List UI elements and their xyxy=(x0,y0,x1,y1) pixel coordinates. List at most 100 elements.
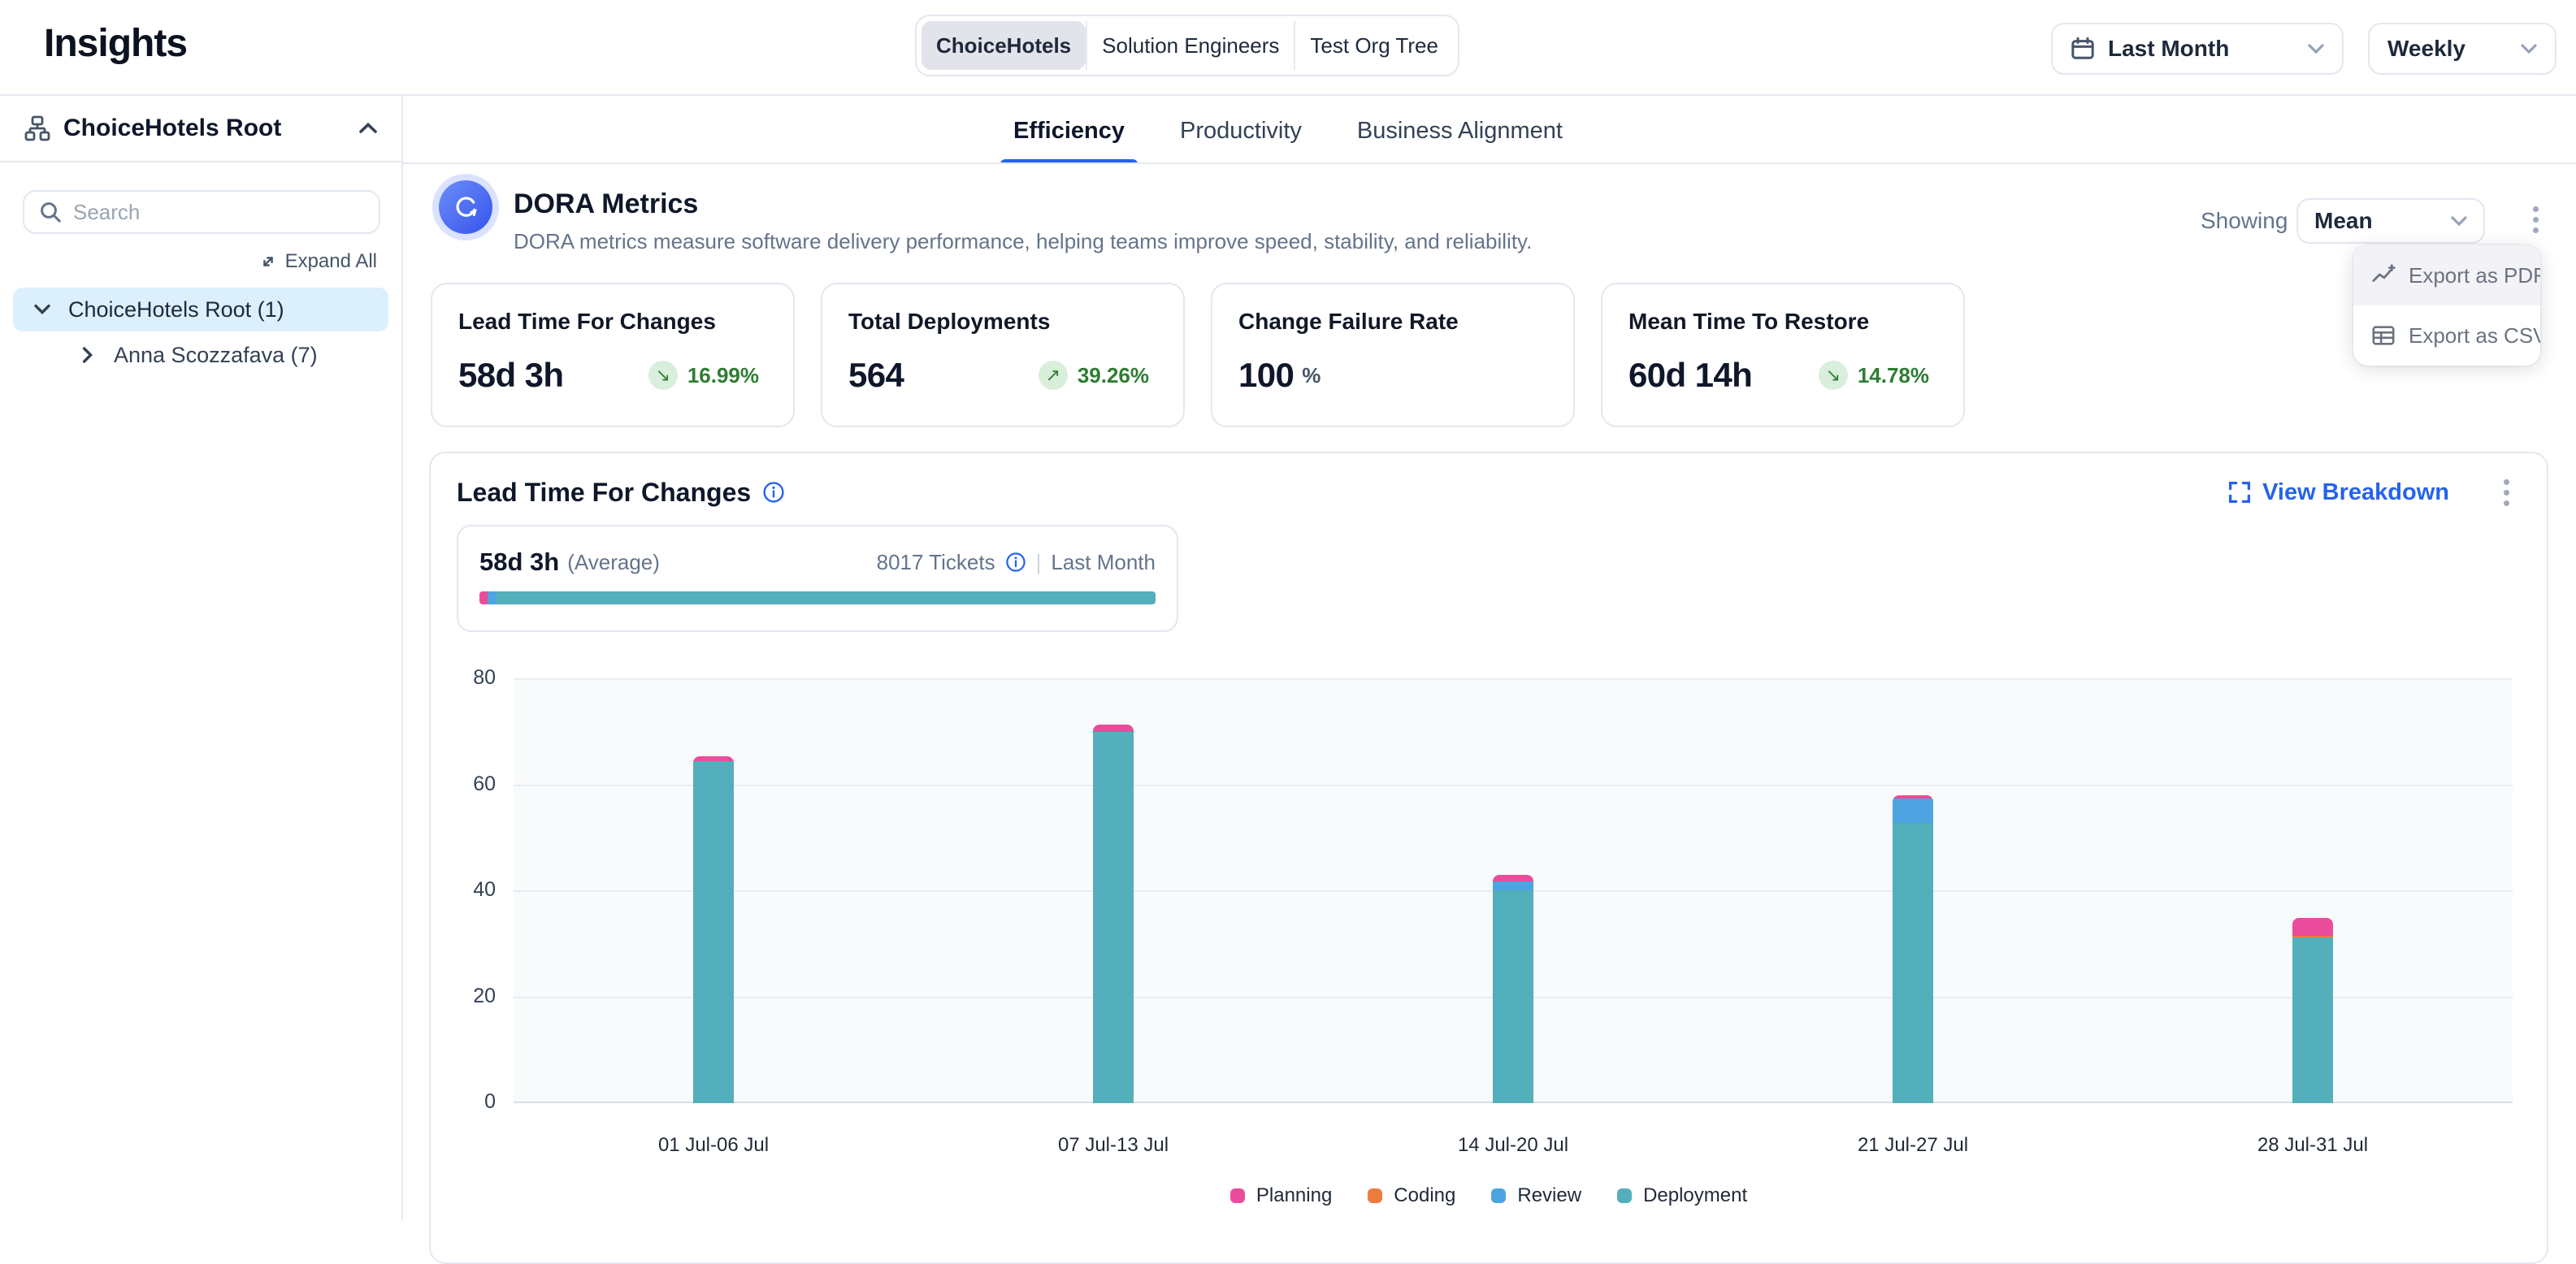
expand-all-label: Expand All xyxy=(285,250,377,273)
legend-swatch xyxy=(1491,1188,1506,1203)
metric-unit: % xyxy=(1302,363,1321,388)
org-tab-solution-engineers[interactable]: Solution Engineers xyxy=(1087,21,1294,70)
metric-title: Lead Time For Changes xyxy=(458,309,767,335)
org-tree: ChoiceHotels Root (1) Anna Scozzafava (7) xyxy=(0,288,401,379)
metric-value: 58d 3h xyxy=(458,356,563,395)
legend-swatch xyxy=(1368,1188,1382,1203)
chevron-down-icon xyxy=(2451,215,2467,227)
org-tab-choicehotels[interactable]: ChoiceHotels xyxy=(922,21,1086,70)
chevron-down-icon xyxy=(2308,43,2324,54)
separator: | xyxy=(1036,550,1042,575)
info-icon[interactable] xyxy=(762,481,785,504)
metric-value-row: 564 ↗39.26% xyxy=(848,356,1157,395)
metric-value: 564 xyxy=(848,356,904,395)
top-header: Insights ChoiceHotelsSolution EngineersT… xyxy=(0,0,2576,96)
trend-badge: ↘14.78% xyxy=(1819,361,1937,390)
chart-title: Lead Time For Changes xyxy=(457,478,751,508)
granularity-select[interactable]: Weekly xyxy=(2368,23,2556,75)
expand-corners-icon xyxy=(2228,481,2251,504)
search-icon xyxy=(39,201,62,223)
y-tick-label: 80 xyxy=(431,666,496,690)
search-input[interactable] xyxy=(73,200,364,225)
expand-all-button[interactable]: Expand All xyxy=(259,250,377,273)
date-range-select[interactable]: Last Month xyxy=(2051,23,2344,75)
tab-efficiency[interactable]: Efficiency xyxy=(1010,97,1128,164)
tab-business-alignment[interactable]: Business Alignment xyxy=(1354,97,1566,164)
metric-value-row: 60d 14h ↘14.78% xyxy=(1628,356,1937,395)
tab-productivity[interactable]: Productivity xyxy=(1177,97,1305,164)
y-tick-label: 20 xyxy=(431,985,496,1008)
trend-down-arrow-icon: ↘ xyxy=(648,361,678,390)
legend-label: Review xyxy=(1517,1184,1581,1207)
bar-segment-deployment xyxy=(1093,732,1134,1103)
table-icon xyxy=(2371,323,2396,348)
tree-item[interactable]: ChoiceHotels Root (1) xyxy=(13,288,388,331)
org-tab-test-org-tree[interactable]: Test Org Tree xyxy=(1295,21,1453,70)
legend-item-coding[interactable]: Coding xyxy=(1368,1184,1455,1207)
bar-segment-review xyxy=(1493,881,1533,890)
bar-14-jul-20-jul[interactable] xyxy=(1493,875,1533,1103)
view-breakdown-button[interactable]: View Breakdown xyxy=(2228,479,2449,506)
bar-segment-deployment xyxy=(1493,890,1533,1103)
bar-21-jul-27-jul[interactable] xyxy=(1893,795,1933,1103)
bar-segment-deployment xyxy=(693,761,734,1103)
info-icon[interactable] xyxy=(1005,552,1026,573)
trend-percent: 14.78% xyxy=(1858,363,1929,388)
phase-progress-bar xyxy=(479,591,1156,604)
bar-segment-planning xyxy=(1493,875,1533,881)
bar-segment-planning xyxy=(1093,725,1134,732)
bar-01-jul-06-jul[interactable] xyxy=(693,756,734,1103)
legend-label: Planning xyxy=(1256,1184,1332,1207)
sidebar: ChoiceHotels Root Expand All ChoiceHotel… xyxy=(0,96,403,1220)
metric-title: Change Failure Rate xyxy=(1238,309,1547,335)
metric-card-change-failure-rate: Change Failure Rate 100% xyxy=(1211,283,1575,427)
legend-item-planning[interactable]: Planning xyxy=(1230,1184,1332,1207)
progress-segment-planning xyxy=(479,591,488,604)
chevron-right-icon[interactable] xyxy=(72,347,104,363)
view-breakdown-label: View Breakdown xyxy=(2262,479,2449,506)
gridline-60 xyxy=(514,785,2513,786)
showing-mean-value: Mean xyxy=(2314,208,2373,234)
y-tick-label: 0 xyxy=(431,1090,496,1114)
summary-period: Last Month xyxy=(1051,550,1156,575)
tabs-divider xyxy=(403,162,2576,164)
metric-card-mean-time-to-restore: Mean Time To Restore60d 14h↘14.78% xyxy=(1601,283,1965,427)
tree-item[interactable]: Anna Scozzafava (7) xyxy=(13,333,388,377)
metric-value: 60d 14h xyxy=(1628,356,1752,395)
tree-item-label: Anna Scozzafava (7) xyxy=(114,343,318,368)
bar-07-jul-13-jul[interactable] xyxy=(1093,725,1134,1103)
metric-value-row: 100% xyxy=(1238,356,1547,395)
bar-segment-planning xyxy=(2292,918,2333,937)
trend-badge: ↘16.99% xyxy=(648,361,767,390)
lead-time-summary-card: 58d 3h (Average) 8017 Tickets | Last Mon… xyxy=(457,525,1178,632)
showing-mean-select[interactable]: Mean xyxy=(2296,198,2485,244)
lead-time-section: Lead Time For Changes View Breakdown xyxy=(429,452,2548,1264)
dora-kebab-menu-button[interactable] xyxy=(2517,201,2553,237)
x-tick-label: 14 Jul-20 Jul xyxy=(1399,1134,1627,1157)
chart-legend: Planning Coding Review Deployment xyxy=(431,1184,2547,1207)
dora-description: DORA metrics measure software delivery p… xyxy=(514,229,1532,254)
chart-kebab-menu-button[interactable] xyxy=(2488,474,2524,510)
summary-value: 58d 3h xyxy=(479,548,559,577)
bar-28-jul-31-jul[interactable] xyxy=(2292,918,2333,1103)
legend-swatch xyxy=(1230,1188,1245,1203)
summary-qualifier: (Average) xyxy=(567,550,660,575)
legend-item-deployment[interactable]: Deployment xyxy=(1617,1184,1747,1207)
summary-meta: 8017 Tickets | Last Month xyxy=(877,550,1156,575)
bar-segment-deployment xyxy=(1893,823,1933,1103)
legend-swatch xyxy=(1617,1188,1632,1203)
org-switcher: ChoiceHotelsSolution EngineersTest Org T… xyxy=(915,15,1459,76)
legend-label: Coding xyxy=(1394,1184,1455,1207)
menu-item-export-as-csv[interactable]: Export as CSV xyxy=(2353,305,2540,366)
bar-segment-review xyxy=(1893,799,1933,823)
legend-item-review[interactable]: Review xyxy=(1491,1184,1581,1207)
metric-value: 100 xyxy=(1238,356,1294,395)
sidebar-search xyxy=(23,190,380,234)
insights-app: Insights ChoiceHotelsSolution EngineersT… xyxy=(0,0,2576,1220)
chevron-down-icon[interactable] xyxy=(26,304,59,315)
menu-item-export-as-pdf[interactable]: Export as PDF xyxy=(2353,245,2540,305)
x-tick-label: 28 Jul-31 Jul xyxy=(2199,1134,2426,1157)
trend-badge: ↗39.26% xyxy=(1039,361,1157,390)
lead-time-chart-plot xyxy=(514,679,2513,1103)
dora-title: DORA Metrics xyxy=(514,188,698,220)
